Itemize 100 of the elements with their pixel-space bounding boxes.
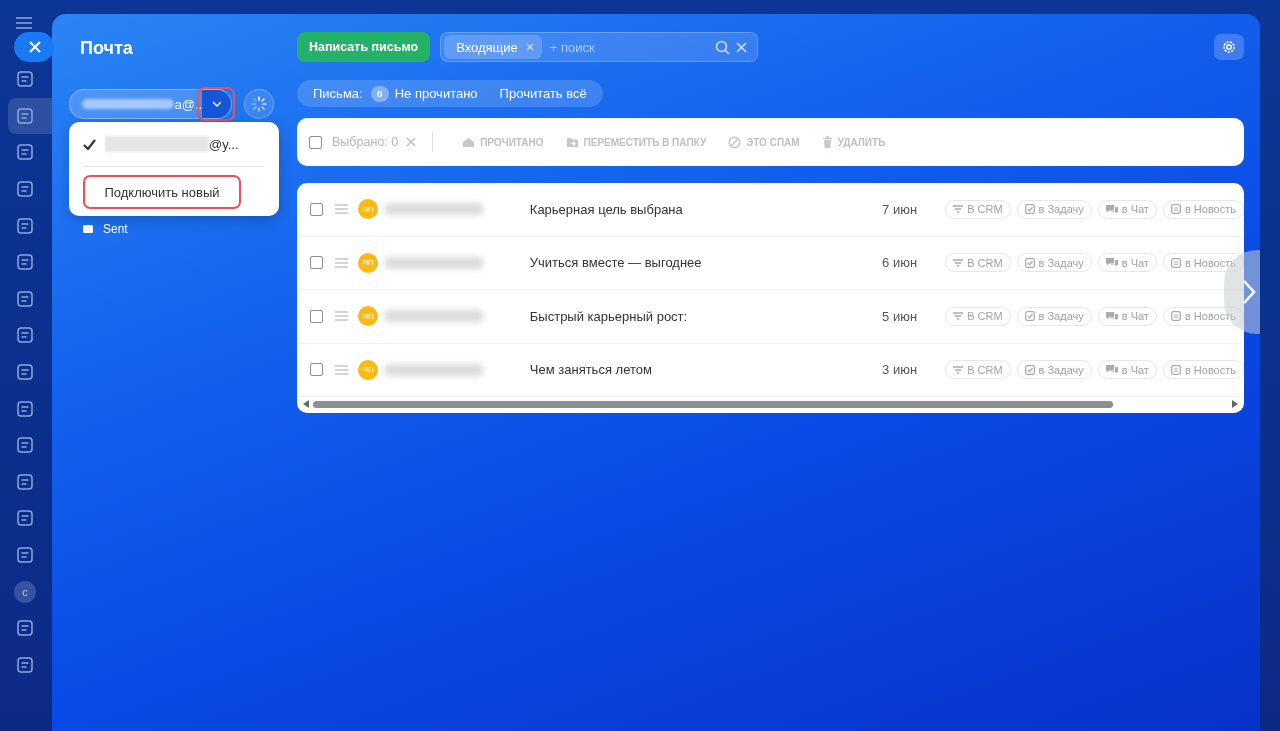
task-chip[interactable]: в Задачу (1016, 306, 1092, 326)
message-subject[interactable]: Карьерная цель выбрана (529, 201, 830, 217)
filter-icon (953, 205, 964, 214)
checkbox-icon (1024, 311, 1035, 322)
news-chip[interactable]: в Новость (1162, 360, 1244, 380)
message-date: 7 июн (881, 201, 918, 217)
task-chip[interactable]: в Задачу (1016, 360, 1092, 380)
app-icon (16, 70, 34, 89)
task-chip[interactable]: в Задачу (1016, 253, 1092, 273)
close-icon (29, 41, 41, 53)
drag-handle-icon[interactable] (335, 311, 348, 322)
folder-item[interactable]: Sent (82, 219, 297, 239)
chat-chip[interactable]: в Чат (1097, 306, 1157, 326)
message-subject[interactable]: Чем заняться летом (529, 362, 830, 378)
chat-icon (1105, 311, 1118, 321)
settings-button[interactable] (1214, 34, 1244, 60)
account-address: @y... (209, 136, 239, 152)
search-field[interactable]: Входящие + поиск (440, 32, 759, 62)
checkbox[interactable] (310, 309, 323, 323)
search-icon[interactable] (715, 39, 731, 55)
avatar: ЯП (358, 359, 378, 380)
message-subject[interactable]: Учиться вместе — выгоднее (529, 255, 830, 271)
avatar: ЯП (358, 306, 378, 327)
checkbox-icon (1024, 204, 1035, 215)
spam-action[interactable]: ЭТО СПАМ (721, 135, 807, 149)
delete-action[interactable]: УДАЛИТЬ (814, 135, 893, 149)
drag-handle-icon[interactable] (335, 257, 348, 268)
message-date: 5 июн (881, 308, 918, 324)
account-option[interactable]: @y... (83, 122, 265, 166)
count-badge: 0 (370, 85, 389, 102)
checkbox[interactable] (310, 202, 323, 216)
app-icon (16, 216, 34, 235)
filter-icon (953, 258, 964, 267)
folder-icon (82, 223, 94, 235)
close-icon[interactable] (406, 137, 417, 147)
chat-chip[interactable]: в Чат (1097, 253, 1157, 273)
chat-icon (1105, 365, 1118, 375)
chevron-down-icon (211, 101, 222, 107)
envelope-icon (462, 136, 476, 148)
app-icon (16, 143, 34, 162)
spinner-icon (251, 96, 267, 112)
read-all-link[interactable]: Прочитать всё (499, 86, 587, 101)
avatar: с (14, 580, 36, 603)
move-action[interactable]: ПЕРЕМЕСТИТЬ В ПАПКУ (558, 136, 714, 148)
close-button[interactable] (14, 32, 54, 62)
document-icon (1170, 257, 1181, 268)
settings-icon (1222, 40, 1236, 54)
app-icon (16, 655, 34, 674)
sync-button[interactable] (244, 89, 274, 119)
checkbox[interactable] (310, 363, 323, 377)
chat-chip[interactable]: в Чат (1097, 199, 1157, 219)
app-icon (16, 436, 34, 455)
scroll-left-icon[interactable] (303, 400, 309, 408)
filter-icon (953, 365, 964, 374)
app-icon (16, 472, 34, 491)
news-chip[interactable]: в Новость (1162, 199, 1244, 219)
crm-chip[interactable]: В CRM (945, 199, 1011, 219)
compose-button[interactable]: Написать письмо (297, 32, 431, 62)
crm-chip[interactable]: В CRM (945, 306, 1011, 326)
checkbox-icon (1024, 257, 1035, 268)
crm-chip[interactable]: В CRM (945, 360, 1011, 380)
caret-button[interactable] (202, 90, 231, 118)
app-icon (16, 546, 34, 564)
app-icon (16, 619, 34, 638)
read-action[interactable]: ПРОЧИТАНО (455, 136, 551, 148)
drag-handle-icon[interactable] (335, 364, 348, 375)
app-icon (16, 253, 34, 272)
selected-count: Выбрано: 0 (332, 135, 399, 149)
drag-handle-icon[interactable] (335, 204, 348, 215)
crm-chip[interactable]: В CRM (945, 253, 1011, 273)
app-icon (16, 509, 34, 528)
sidebar-item[interactable] (8, 97, 52, 135)
filter-tag[interactable]: Входящие (444, 35, 542, 59)
app-icon (16, 106, 34, 125)
app-icon (16, 326, 34, 345)
sidebar-item[interactable]: с (8, 573, 52, 610)
menu-icon[interactable] (16, 17, 32, 29)
message-date: 6 июн (881, 255, 918, 271)
counter-label: Письма: (313, 86, 363, 101)
task-chip[interactable]: в Задачу (1016, 199, 1092, 219)
avatar: ЯП (358, 252, 378, 273)
close-icon[interactable] (736, 41, 748, 53)
app-icon (16, 180, 34, 199)
checkbox-icon (1024, 364, 1035, 375)
checkbox[interactable] (310, 256, 323, 270)
app-icon (16, 399, 34, 418)
app-icon (16, 289, 34, 308)
news-chip[interactable]: в Новость (1162, 253, 1244, 273)
document-icon (1170, 364, 1181, 375)
scroll-right-icon[interactable] (1232, 400, 1238, 408)
filter-icon (953, 312, 964, 321)
document-icon (1170, 204, 1181, 215)
close-icon[interactable] (525, 43, 534, 51)
unread-filter[interactable]: Не прочитано (394, 86, 478, 101)
avatar: ЯП (358, 199, 378, 220)
message-subject[interactable]: Быстрый карьерный рост: (529, 308, 830, 324)
checkbox[interactable] (309, 135, 322, 149)
chat-chip[interactable]: в Чат (1097, 360, 1157, 380)
chat-icon (1105, 204, 1118, 214)
news-chip[interactable]: в Новость (1162, 306, 1244, 326)
